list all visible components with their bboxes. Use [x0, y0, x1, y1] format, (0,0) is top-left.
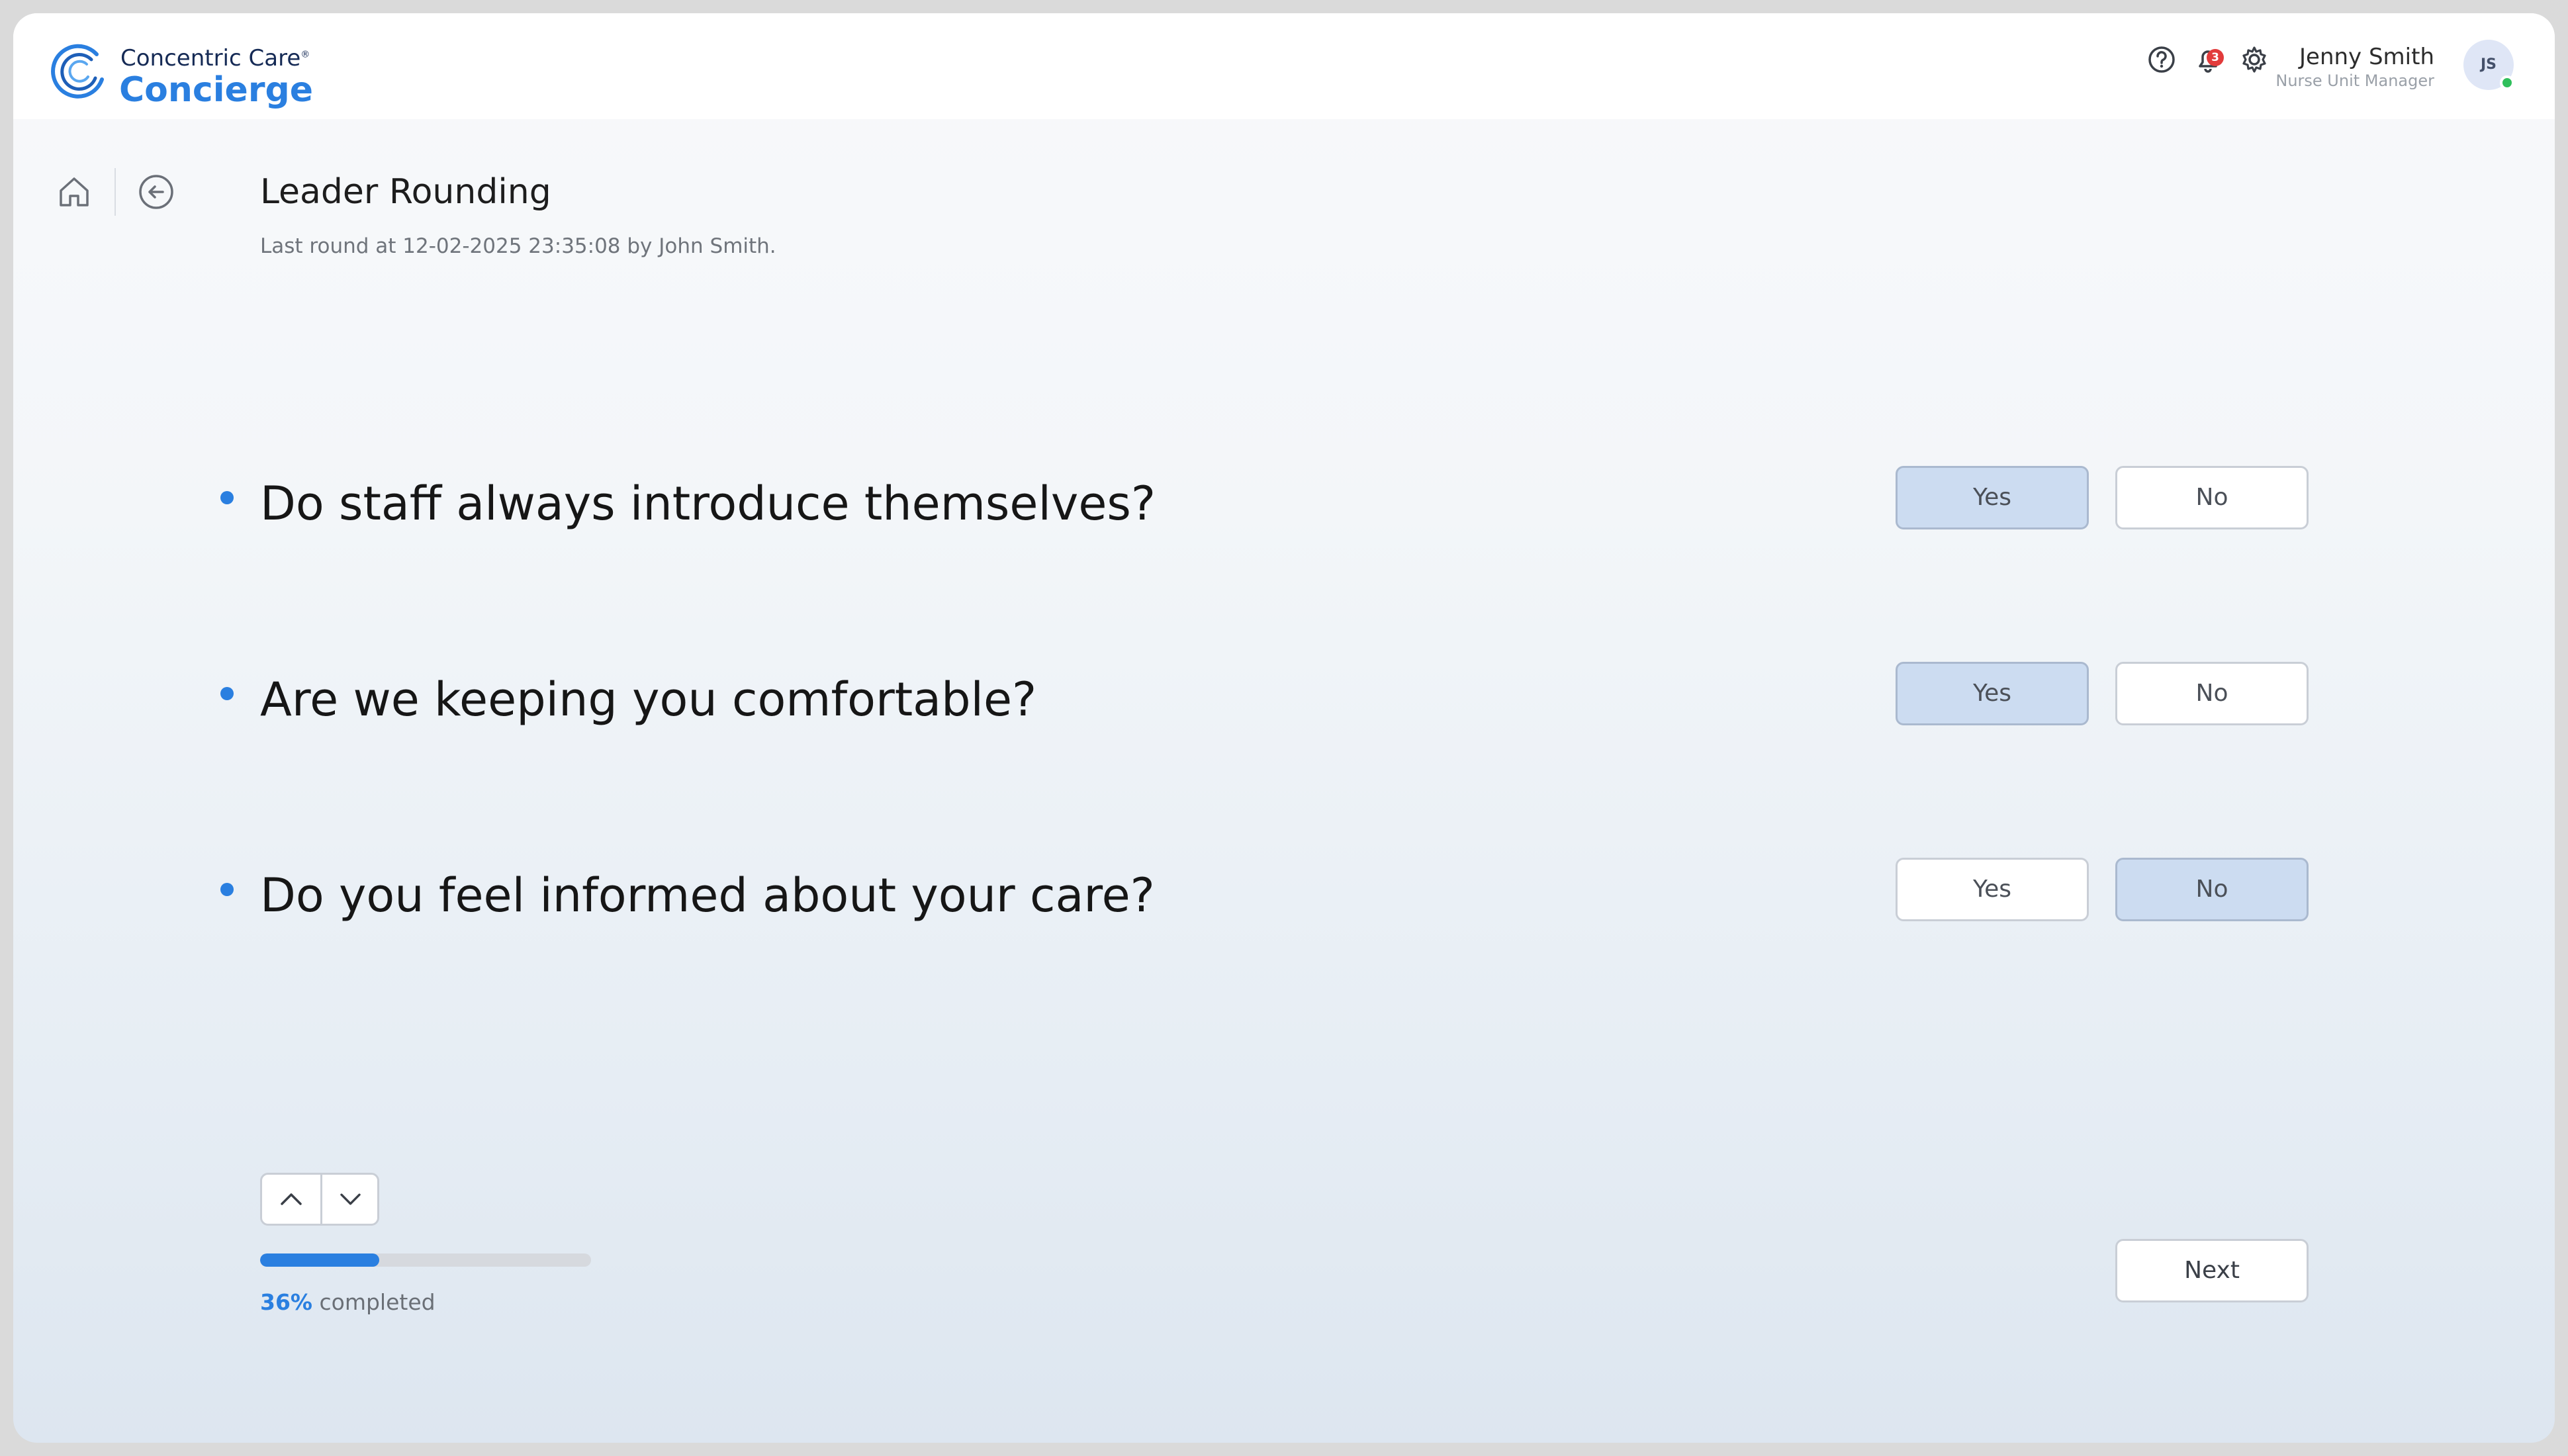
user-name: Jenny Smith [2299, 44, 2434, 70]
concentric-logo-icon [51, 44, 104, 99]
back-arrow-icon[interactable] [136, 172, 176, 212]
brand-name-main: Concierge [119, 70, 313, 110]
question-bullet [220, 687, 234, 700]
home-icon[interactable] [54, 172, 94, 212]
top-header: Concentric Care® Concierge 3 Jenny Smith… [13, 13, 2555, 119]
no-button[interactable]: No [2115, 662, 2309, 725]
question-bullet [220, 883, 234, 896]
question-text: Do you feel informed about your care? [260, 868, 1155, 923]
next-button[interactable]: Next [2115, 1239, 2309, 1302]
no-button[interactable]: No [2115, 466, 2309, 529]
help-icon[interactable] [2143, 41, 2180, 78]
question-text: Are we keeping you comfortable? [260, 672, 1037, 727]
last-round-info: Last round at 12-02-2025 23:35:08 by Joh… [260, 234, 776, 258]
question-stepper [260, 1173, 379, 1226]
question-row: Do you feel informed about your care? Ye… [13, 856, 2555, 923]
online-status-dot [2500, 75, 2514, 90]
question-row: Are we keeping you comfortable? Yes No [13, 660, 2555, 727]
yes-button[interactable]: Yes [1896, 662, 2089, 725]
progress-bar [260, 1253, 591, 1267]
question-bullet [220, 491, 234, 504]
gear-icon[interactable] [2236, 41, 2273, 78]
chevron-down-icon[interactable] [320, 1175, 379, 1224]
no-button[interactable]: No [2115, 858, 2309, 921]
question-text: Do staff always introduce themselves? [260, 477, 1156, 531]
chevron-up-icon[interactable] [262, 1175, 320, 1224]
brand-name-top: Concentric Care® [120, 45, 310, 71]
app-window: Concentric Care® Concierge 3 Jenny Smith… [13, 13, 2555, 1443]
yes-button[interactable]: Yes [1896, 858, 2089, 921]
notification-badge: 3 [2207, 49, 2224, 66]
user-role: Nurse Unit Manager [2275, 71, 2434, 90]
nav-divider [115, 168, 116, 216]
question-row: Do staff always introduce themselves? Ye… [13, 465, 2555, 531]
progress-fill [260, 1253, 379, 1267]
progress-percent: 36% [260, 1289, 312, 1315]
page-title: Leader Rounding [260, 172, 551, 212]
brand-logo[interactable]: Concentric Care® Concierge [50, 33, 328, 110]
yes-button[interactable]: Yes [1896, 466, 2089, 529]
progress-suffix: completed [312, 1289, 436, 1315]
progress-label: 36% completed [260, 1289, 436, 1315]
